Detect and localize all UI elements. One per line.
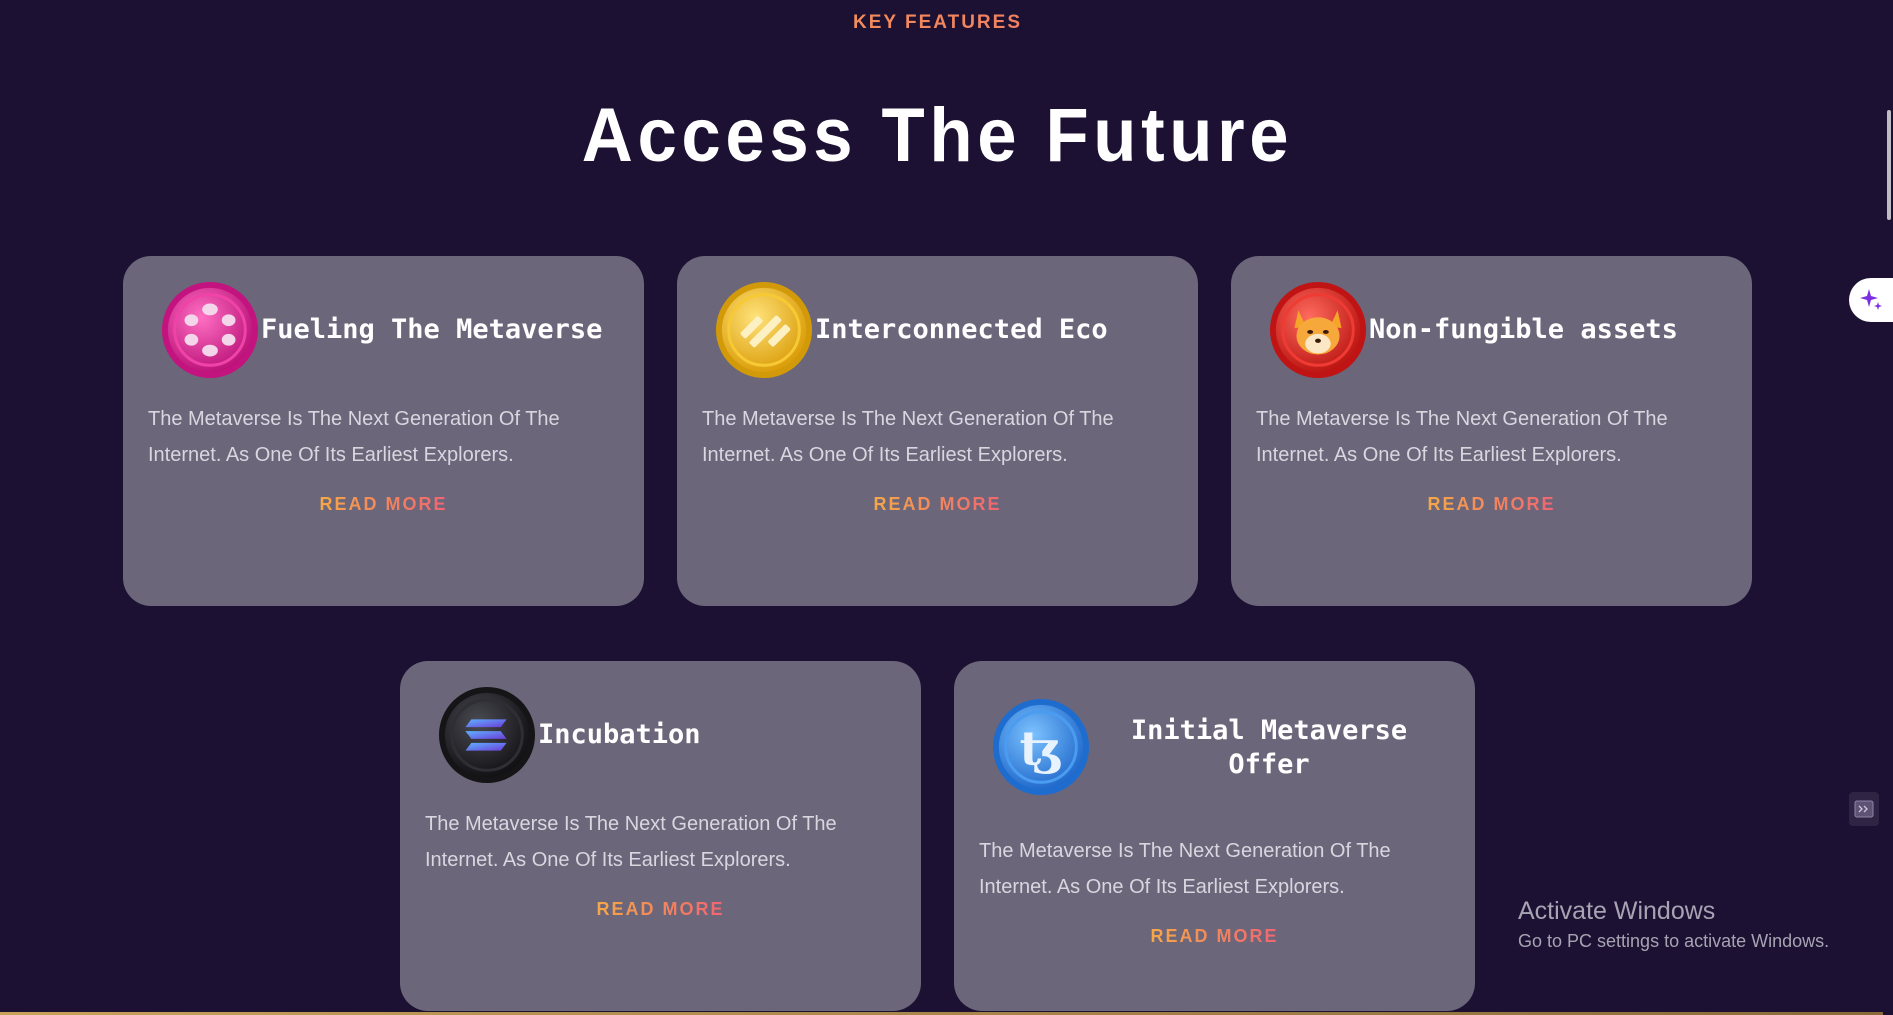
feature-card-incubation: Incubation The Metaverse Is The Next Gen…: [400, 661, 921, 1011]
card-title: Non-fungible assets: [1369, 314, 1678, 345]
screen-icon: [1854, 800, 1874, 818]
read-more-link[interactable]: READ MORE: [677, 494, 1198, 515]
read-more-link[interactable]: READ MORE: [1231, 494, 1752, 515]
card-description: The Metaverse Is The Next Generation Of …: [425, 813, 837, 871]
svg-text:ꜩ: ꜩ: [1020, 722, 1063, 777]
section-title: Access The Future: [581, 93, 1294, 178]
feature-card-nft: Non-fungible assets The Metaverse Is The…: [1231, 256, 1752, 606]
sparkle-icon: [1860, 289, 1882, 310]
read-more-link[interactable]: READ MORE: [123, 494, 644, 515]
feature-card-fueling: Fueling The Metaverse The Metaverse Is T…: [123, 256, 644, 606]
card-description: The Metaverse Is The Next Generation Of …: [702, 408, 1114, 466]
card-description: The Metaverse Is The Next Generation Of …: [148, 408, 560, 466]
activate-windows-title: Activate Windows: [1518, 897, 1716, 925]
read-more-link[interactable]: READ MORE: [954, 926, 1475, 947]
read-more-link[interactable]: READ MORE: [400, 899, 921, 920]
ai-assistant-button[interactable]: [1849, 278, 1893, 322]
tezos-coin-icon: ꜩ: [992, 698, 1090, 796]
feature-card-imo: ꜩ Initial Metaverse Offer The Metaverse …: [954, 661, 1475, 1011]
card-title: Incubation: [538, 719, 701, 750]
activate-windows-subtitle: Go to PC settings to activate Windows.: [1518, 931, 1830, 951]
feature-card-interconnected: Interconnected Eco The Metaverse Is The …: [677, 256, 1198, 606]
activate-windows-watermark: Activate Windows Go to PC settings to ac…: [1518, 896, 1829, 954]
scrollbar-thumb[interactable]: [1887, 110, 1891, 220]
shiba-inu-coin-icon: [1269, 281, 1367, 379]
binance-coin-icon: [715, 281, 813, 379]
card-description: The Metaverse Is The Next Generation Of …: [1256, 408, 1668, 466]
card-title: Initial Metaverse Offer: [1130, 715, 1408, 780]
card-description: The Metaverse Is The Next Generation Of …: [979, 840, 1391, 898]
solana-coin-icon: [438, 686, 536, 784]
section-eyebrow: KEY FEATURES: [0, 12, 1875, 34]
side-widget-button[interactable]: [1849, 792, 1879, 826]
page-scrollbar[interactable]: [1883, 0, 1893, 1015]
polkadot-coin-icon: [161, 281, 259, 379]
card-title: Interconnected Eco: [815, 314, 1108, 345]
card-title: Fueling The Metaverse: [261, 314, 603, 345]
